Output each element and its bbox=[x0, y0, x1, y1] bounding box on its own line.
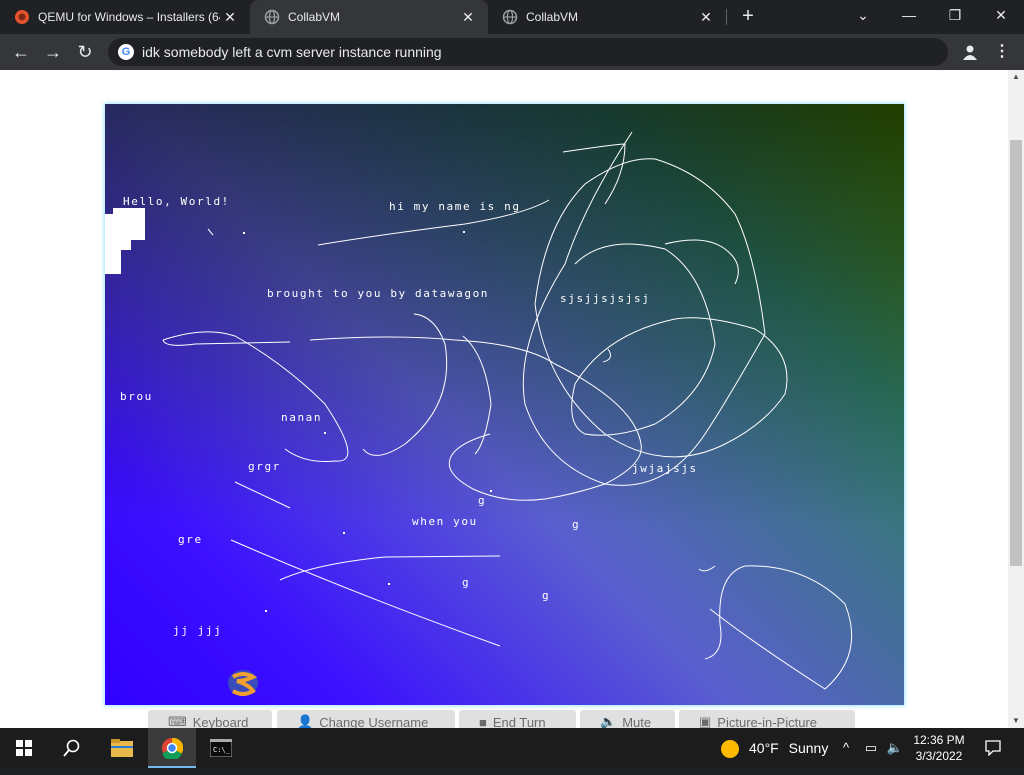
user-icon: 👤 bbox=[297, 714, 314, 728]
vm-text: nanan bbox=[281, 411, 323, 424]
file-explorer-icon[interactable] bbox=[98, 728, 146, 768]
back-icon[interactable]: ← bbox=[8, 39, 34, 65]
button-label: Mute bbox=[622, 714, 652, 729]
close-tab-icon[interactable]: ✕ bbox=[220, 9, 240, 26]
tab-strip: QEMU for Windows – Installers (64 bit) ✕… bbox=[0, 0, 1024, 34]
notifications-icon[interactable] bbox=[978, 728, 1008, 768]
volume-icon[interactable]: 🔈 bbox=[884, 728, 906, 768]
vm-text: g bbox=[462, 576, 471, 589]
pip-button[interactable]: ▣ Picture-in-Picture bbox=[679, 710, 855, 728]
qemu-favicon bbox=[14, 9, 30, 25]
button-label: Picture-in-Picture bbox=[717, 714, 817, 729]
globe-icon bbox=[264, 9, 280, 25]
address-text[interactable]: idk somebody left a cvm server instance … bbox=[142, 44, 442, 60]
keyboard-button[interactable]: ⌨ Keyboard bbox=[148, 710, 272, 728]
vm-text: g bbox=[478, 494, 487, 507]
sun-icon bbox=[721, 740, 739, 759]
windows-taskbar: C:\_ 40°F Sunny ^ ▭ 🔈 12:36 PM 3/3/2022 bbox=[0, 728, 1024, 768]
vm-text: sjsjjsjsjsj bbox=[560, 292, 651, 305]
weather-condition: Sunny bbox=[788, 740, 829, 756]
pip-icon: ▣ bbox=[699, 714, 712, 728]
vm-screen[interactable]: Hello, World! hi my name is ng brought t… bbox=[105, 104, 904, 705]
clock-time: 12:36 PM bbox=[913, 733, 965, 747]
browser-toolbar: ← → ↻ G idk somebody left a cvm server i… bbox=[0, 34, 1024, 70]
button-label: Keyboard bbox=[192, 714, 249, 729]
vm-text: gre bbox=[178, 533, 203, 546]
vm-text: grgr bbox=[248, 460, 281, 473]
minimize-icon[interactable]: — bbox=[886, 0, 932, 30]
profile-icon[interactable] bbox=[958, 40, 982, 64]
terminal-icon[interactable]: C:\_ bbox=[198, 728, 244, 768]
tab-title: CollabVM bbox=[526, 10, 579, 24]
button-label: End Turn bbox=[492, 714, 546, 729]
svg-text:C:\_: C:\_ bbox=[213, 746, 231, 754]
google-icon: G bbox=[118, 44, 134, 60]
vm-text: g bbox=[572, 518, 581, 531]
vm-text: hi my name is ng bbox=[389, 200, 521, 213]
tab-divider bbox=[726, 9, 727, 25]
vm-text: g bbox=[542, 589, 551, 602]
white-cursor-block bbox=[105, 208, 145, 274]
search-icon[interactable] bbox=[48, 728, 96, 768]
menu-kebab-icon[interactable]: ⋮ bbox=[990, 40, 1014, 64]
forward-icon[interactable]: → bbox=[40, 39, 66, 65]
button-label: Change Username bbox=[319, 714, 429, 729]
address-bar[interactable]: G idk somebody left a cvm server instanc… bbox=[108, 38, 948, 66]
close-tab-icon[interactable]: ✕ bbox=[458, 9, 478, 26]
close-window-icon[interactable]: ✕ bbox=[978, 0, 1024, 30]
stop-icon: ■ bbox=[479, 714, 487, 729]
network-icon[interactable]: ▭ bbox=[860, 728, 882, 768]
vm-text: brou bbox=[120, 390, 153, 403]
globe-icon bbox=[502, 9, 518, 25]
clock-date: 3/3/2022 bbox=[915, 749, 963, 763]
start-windows-icon[interactable] bbox=[0, 728, 48, 768]
tab-search-icon[interactable]: ⌄ bbox=[840, 0, 886, 30]
vm-text: when you bbox=[412, 515, 478, 528]
scribble-lines bbox=[162, 131, 853, 690]
scroll-up-icon[interactable]: ▲ bbox=[1008, 70, 1024, 84]
vm-text: Hello, World! bbox=[123, 195, 230, 208]
keyboard-icon: ⌨ bbox=[168, 714, 187, 728]
weather-widget[interactable]: 40°F Sunny bbox=[715, 728, 835, 768]
page-content: Hello, World! hi my name is ng brought t… bbox=[0, 70, 1008, 728]
tab-collabvm[interactable]: CollabVM ✕ bbox=[488, 0, 726, 34]
page-scrollbar[interactable]: ▲ ▼ bbox=[1008, 70, 1024, 728]
speaker-icon: 🔈 bbox=[600, 714, 617, 728]
close-tab-icon[interactable]: ✕ bbox=[696, 9, 716, 26]
tab-title: CollabVM bbox=[288, 10, 341, 24]
tab-qemu[interactable]: QEMU for Windows – Installers (64 bit) ✕ bbox=[0, 0, 250, 34]
tab-collabvm-active[interactable]: CollabVM ✕ bbox=[250, 0, 488, 34]
show-hidden-icons-icon[interactable]: ^ bbox=[838, 728, 854, 768]
tab-title: QEMU for Windows – Installers (64 bit) bbox=[38, 10, 220, 24]
clock[interactable]: 12:36 PM 3/3/2022 bbox=[908, 728, 970, 768]
scroll-down-icon[interactable]: ▼ bbox=[1008, 714, 1024, 728]
restore-icon[interactable]: ❐ bbox=[932, 0, 978, 30]
collabvm-logo bbox=[228, 670, 258, 696]
end-turn-button[interactable]: ■ End Turn bbox=[459, 710, 576, 728]
chrome-icon[interactable] bbox=[148, 728, 196, 768]
change-username-button[interactable]: 👤 Change Username bbox=[277, 710, 455, 728]
weather-temp: 40°F bbox=[749, 740, 779, 756]
mute-button[interactable]: 🔈 Mute bbox=[580, 710, 675, 728]
reload-icon[interactable]: ↻ bbox=[72, 39, 98, 65]
vm-text: brought to you by datawagon bbox=[267, 287, 490, 300]
new-tab-icon[interactable]: + bbox=[737, 5, 759, 27]
scrollbar-thumb[interactable] bbox=[1010, 140, 1022, 566]
vm-text: jwjajsjs bbox=[632, 462, 698, 475]
vm-text: jj jjj bbox=[173, 624, 223, 637]
